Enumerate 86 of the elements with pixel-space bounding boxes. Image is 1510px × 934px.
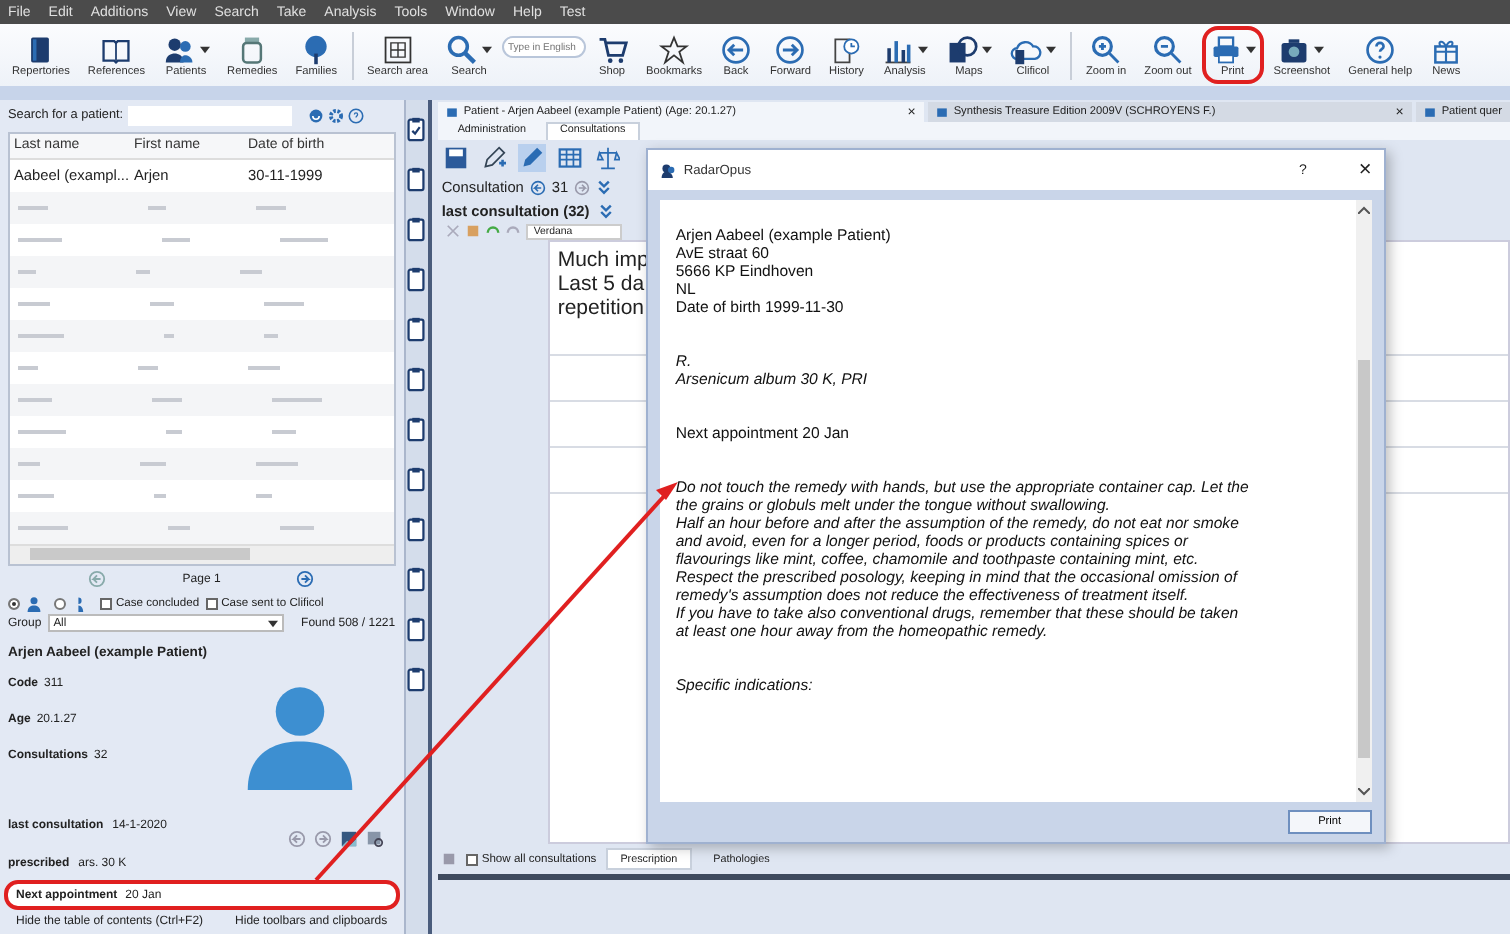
blurred-text [272,429,296,434]
blurred-text [138,365,158,370]
document-clock-icon [830,33,863,65]
blurred-text [18,429,66,434]
blurred-text [18,397,52,402]
blurred-text [136,269,150,274]
blurred-text [18,269,36,274]
blurred-text [264,333,278,338]
radio-button[interactable] [54,597,66,610]
blurred-text [148,205,166,210]
clipboard-icon[interactable] [406,366,427,392]
scroll-up-icon[interactable] [1357,206,1370,214]
caret-icon [267,619,278,628]
blurred-text [280,525,314,530]
blurred-text [18,205,48,210]
clipboard-icon[interactable] [406,116,427,142]
help-icon[interactable] [347,107,364,124]
blurred-text [256,493,272,498]
save-icon[interactable] [441,143,470,171]
grid-icon [381,33,414,65]
clipboard-icon[interactable] [406,416,427,442]
blurred-text [280,237,328,242]
previous-arrow-icon[interactable] [529,179,546,195]
blurred-text [162,237,190,242]
zoom-in-icon [1090,33,1123,65]
map-icon [945,33,978,65]
patient-search-field[interactable] [127,105,292,126]
blurred-text [256,461,298,466]
note-text: Last 5 da [557,272,645,296]
blurred-text [152,397,182,402]
blurred-text [256,205,286,210]
settings-icon[interactable] [327,107,344,124]
clipboard-icon[interactable] [406,216,427,242]
clipboard-icon[interactable] [406,566,427,592]
blurred-text [164,333,174,338]
people-icon [163,33,196,65]
scroll-down-icon[interactable] [1357,788,1370,796]
search-icon [446,33,479,65]
printer-icon [1209,33,1242,65]
clipboard-icon[interactable] [406,516,427,542]
add-pen-icon[interactable] [479,143,508,171]
person-icon [26,595,42,612]
close-button[interactable]: × [1358,158,1372,182]
blurred-text [272,397,322,402]
blurred-text [168,525,190,530]
note-text: repetition [557,296,645,320]
blurred-text [18,301,50,306]
radio-button[interactable] [8,597,20,610]
blurred-text [18,333,64,338]
blurred-text [154,493,166,498]
clipboard-icon[interactable] [406,316,427,342]
clipboard-icon[interactable] [406,666,427,692]
blurred-text [150,301,174,306]
app-icon [659,162,676,178]
blurred-text [18,461,40,466]
cart-icon [596,33,629,65]
scale-icon[interactable] [593,143,622,171]
tab-icon [935,106,948,118]
tree-icon [300,33,333,65]
blurred-text [248,365,280,370]
help-icon [1364,33,1397,65]
clipboard-icon[interactable] [406,266,427,292]
next-page-icon[interactable] [296,570,315,589]
refresh-icon[interactable] [307,107,324,124]
blurred-text [140,461,166,466]
partial-person-icon [72,595,88,612]
camera-icon [1278,33,1311,65]
blurred-text [240,269,262,274]
clipboard-icon[interactable] [406,616,427,642]
clipboard-icon[interactable] [406,466,427,492]
blurred-text [18,365,38,370]
double-chevron-icon[interactable] [596,179,613,195]
clipboard-icon[interactable] [406,166,427,192]
blurred-text [264,301,304,306]
blurred-text [166,429,182,434]
blurred-text [18,493,54,498]
double-chevron-icon[interactable] [597,203,614,219]
tab-icon [445,106,458,118]
zoom-out-icon [1151,33,1184,65]
tab-icon [1423,106,1436,118]
table-icon[interactable] [555,143,584,171]
picture-search-icon[interactable] [365,830,384,849]
star-icon [658,33,691,65]
blurred-text [18,237,62,242]
blurred-text [18,525,68,530]
pen-icon[interactable] [517,143,546,171]
